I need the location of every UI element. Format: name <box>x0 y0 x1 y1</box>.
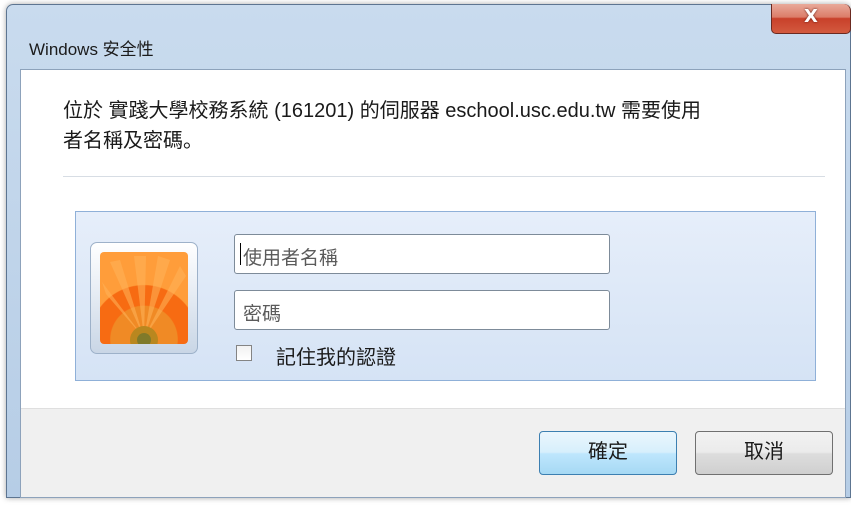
remember-label[interactable]: 記住我的認證 <box>276 341 396 370</box>
close-icon: X <box>804 6 818 27</box>
dialog-content: 位於 實踐大學校務系統 (161201) 的伺服器 eschool.usc.ed… <box>20 69 846 498</box>
auth-message-line1: 位於 實踐大學校務系統 (161201) 的伺服器 eschool.usc.ed… <box>63 100 701 122</box>
remember-checkbox[interactable] <box>236 345 252 361</box>
username-input[interactable]: 使用者名稱 <box>234 234 610 274</box>
password-placeholder: 密碼 <box>243 304 282 325</box>
dialog-frame: Windows 安全性 X 位於 實踐大學校務系統 (161201) 的伺服器 … <box>6 4 851 498</box>
cancel-button[interactable]: 取消 <box>695 431 833 475</box>
user-avatar <box>90 242 198 354</box>
credential-tile: 使用者名稱 密碼 記住我的認證 <box>75 211 816 381</box>
username-placeholder: 使用者名稱 <box>243 248 339 269</box>
divider <box>63 176 825 177</box>
auth-message-line2: 者名稱及密碼。 <box>63 130 203 152</box>
auth-message: 位於 實踐大學校務系統 (161201) 的伺服器 eschool.usc.ed… <box>63 96 833 156</box>
password-input[interactable]: 密碼 <box>234 290 610 330</box>
title-bar[interactable]: Windows 安全性 X <box>7 4 851 59</box>
flower-avatar-icon <box>100 252 188 344</box>
dialog-title: Windows 安全性 <box>29 40 154 59</box>
ok-button[interactable]: 確定 <box>539 431 677 475</box>
button-bar: 確定 取消 <box>21 408 845 497</box>
windows-security-dialog: Windows 安全性 X 位於 實踐大學校務系統 (161201) 的伺服器 … <box>0 0 851 506</box>
close-button[interactable]: X <box>771 4 851 34</box>
text-caret <box>240 243 241 265</box>
